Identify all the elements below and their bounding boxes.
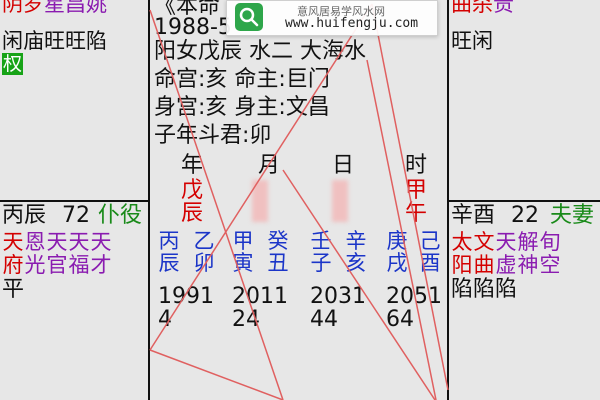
center-line-5: 身宫:亥 身主:文昌	[154, 95, 330, 120]
luck-branch-1: 辰	[158, 251, 180, 275]
pillar-header-year: 年	[181, 153, 204, 178]
star-tianguan-label: 官	[46, 253, 68, 277]
palace-name: 仆役	[98, 203, 143, 228]
palace-bottom-right: 辛酉 22 夫妻 太文天解旬 阳曲虚神空 陷陷陷	[449, 202, 600, 400]
luck-year-2: 2011	[232, 284, 288, 309]
blurred-day-pillar	[332, 180, 348, 222]
star-3: 贵	[493, 0, 514, 16]
palace-name: 夫妻	[550, 203, 595, 228]
palace-bottom-left: 丙辰 72 仆役 天恩天天天 府光官福才 平	[0, 202, 148, 400]
search-icon	[235, 3, 263, 31]
center-line-3: 阳女戊辰 水二 大海水	[154, 39, 366, 64]
luck-year-1: 1991	[158, 284, 214, 309]
palace-age: 72	[62, 203, 90, 228]
star-taiyang: 太	[451, 230, 473, 254]
center-line-6: 子年斗君:卯	[154, 123, 272, 148]
star-5: 姚	[86, 0, 107, 16]
watermark-banner[interactable]: 意风居易学风水网 www.huifengju.com	[226, 0, 438, 36]
star-wenqu: 文	[473, 230, 495, 254]
star-tianxu: 天	[495, 230, 517, 254]
palace-stem-branch: 辛酉	[451, 203, 496, 228]
palace-stem-branch: 丙辰	[2, 203, 47, 228]
pillar-header-month: 月	[258, 153, 281, 178]
palace-top-right: 曲杀贵 旺闲	[449, 0, 600, 200]
luck-branch-6: 亥	[345, 251, 367, 275]
star-tianguan: 天	[46, 230, 68, 254]
star-tianfu: 天	[2, 230, 24, 254]
star-tianfu-2-label: 福	[68, 253, 90, 277]
luck-age-3: 44	[310, 307, 338, 332]
luck-age-4: 64	[386, 307, 414, 332]
star-status-1: 闲	[2, 29, 23, 53]
star-status-2: 闲	[472, 29, 493, 53]
star-enguang-label: 光	[24, 253, 46, 277]
palace-top-left: 阴罗星昌姚 闲庙旺旺陷 权	[0, 0, 148, 200]
watermark-url: www.huifengju.com	[285, 16, 419, 31]
star-taiyang-label: 阳	[451, 253, 473, 277]
luck-branch-8: 酉	[419, 251, 441, 275]
star-tianfu-label: 府	[2, 253, 24, 277]
star-tiancai: 天	[90, 230, 112, 254]
star-1: 曲	[451, 0, 472, 16]
palace-status: 陷陷陷	[451, 277, 518, 302]
star-2: 杀	[472, 0, 493, 16]
star-tianfu-2: 天	[68, 230, 90, 254]
luck-stem-1: 丙	[158, 229, 180, 253]
star-tianxu-label: 虚	[495, 253, 517, 277]
luck-age-1: 4	[158, 307, 172, 332]
star-xunkong: 旬	[539, 230, 561, 254]
luck-branch-4: 丑	[267, 251, 289, 275]
center-line-4: 命宫:亥 命主:巨门	[154, 67, 330, 92]
luck-stem-8: 己	[419, 229, 441, 253]
center-line-2: 1988-5	[154, 15, 232, 40]
star-xunkong-label: 空	[539, 253, 561, 277]
luck-stem-5: 壬	[310, 229, 332, 253]
pillar-header-day: 日	[332, 153, 355, 178]
star-jieshen-label: 神	[517, 253, 539, 277]
star-enguang: 恩	[24, 230, 46, 254]
luck-stem-6: 辛	[345, 229, 367, 253]
blurred-month-pillar	[252, 180, 268, 222]
pillar-hour-branch: 午	[405, 201, 428, 226]
palace-status: 平	[2, 277, 25, 302]
star-wenqu-label: 曲	[473, 253, 495, 277]
ziwei-chart-screen: 阴罗星昌姚 闲庙旺旺陷 权 曲杀贵 旺闲 《本命 1988-5 阳女戊辰 水二 …	[0, 0, 600, 400]
luck-stem-4: 癸	[267, 229, 289, 253]
luck-stem-7: 庚	[386, 229, 408, 253]
star-2: 罗	[23, 0, 44, 16]
pillar-year-stem: 戊	[181, 178, 204, 203]
luck-branch-3: 寅	[232, 251, 254, 275]
star-status-1: 旺	[451, 29, 472, 53]
luck-age-2: 24	[232, 307, 260, 332]
pillar-year-branch: 辰	[181, 201, 204, 226]
star-4: 昌	[65, 0, 86, 16]
star-status-2: 庙	[23, 29, 44, 53]
luck-branch-5: 子	[310, 251, 332, 275]
power-badge: 权	[2, 53, 24, 75]
luck-stem-2: 乙	[193, 229, 215, 253]
star-tiancai-label: 才	[90, 253, 112, 277]
luck-stem-3: 甲	[232, 229, 254, 253]
luck-branch-2: 卯	[193, 251, 215, 275]
star-status-5: 陷	[86, 29, 107, 53]
luck-year-4: 2051	[386, 284, 442, 309]
center-panel: 《本命 1988-5 阳女戊辰 水二 大海水 命宫:亥 命主:巨门 身宫:亥 身…	[150, 0, 447, 400]
star-3: 星	[44, 0, 65, 16]
star-status-4: 旺	[65, 29, 86, 53]
luck-year-3: 2031	[310, 284, 366, 309]
star-1: 阴	[2, 0, 23, 16]
palace-age: 22	[511, 203, 539, 228]
luck-branch-7: 戌	[386, 251, 408, 275]
pillar-header-hour: 时	[405, 153, 428, 178]
star-status-3: 旺	[44, 29, 65, 53]
star-jieshen: 解	[517, 230, 539, 254]
pillar-hour-stem: 甲	[405, 178, 428, 203]
